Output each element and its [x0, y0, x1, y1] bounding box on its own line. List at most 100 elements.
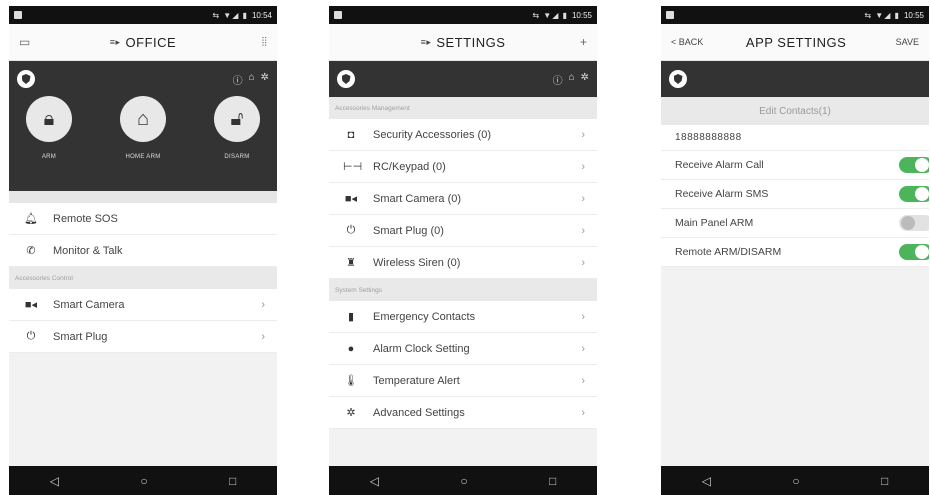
list-item-smart-plug[interactable]: ⏻ Smart Plug ›	[9, 321, 277, 353]
section-header: System Settings	[329, 279, 597, 301]
list-item-label: Security Accessories (0)	[373, 128, 491, 141]
list-item-alarm-clock[interactable]: ● Alarm Clock Setting ›	[329, 333, 597, 365]
lock-icon: 🔒︎	[26, 96, 72, 142]
brand-bar	[661, 61, 929, 97]
status-time: 10:55	[903, 10, 924, 20]
shield-logo-icon	[337, 70, 355, 88]
home-nav-icon[interactable]: ○	[792, 474, 799, 488]
arm-label: ARM	[41, 154, 57, 160]
home-icon[interactable]: ⌂	[249, 72, 255, 87]
sensor-icon: ◘	[347, 128, 355, 141]
list-item-wireless-siren[interactable]: ♜ Wireless Siren (0) ›	[329, 247, 597, 279]
spacer	[9, 191, 277, 203]
grid-icon[interactable]: ⦙⦙	[237, 35, 267, 50]
list-item-smart-camera[interactable]: ■◂ Smart Camera ›	[9, 289, 277, 321]
app-bar: ≡▸ SETTINGS +	[329, 24, 597, 61]
power-icon: ⏻	[346, 224, 356, 236]
notification-icon	[14, 11, 22, 19]
arm-panel: 🔒︎ ARM ⌂ HOME ARM 🔓︎ DISARM	[9, 96, 277, 191]
list-item-label: Temperature Alert	[373, 374, 460, 387]
home-icon[interactable]: ⌂	[569, 72, 575, 87]
menu-lines-icon: ≡▸	[109, 36, 121, 47]
list-item-security-accessories[interactable]: ◘ Security Accessories (0) ›	[329, 119, 597, 151]
unlock-icon: 🔓︎	[214, 96, 260, 142]
recent-nav-icon[interactable]: □	[549, 474, 556, 488]
gear-icon[interactable]: ✲	[261, 72, 269, 87]
add-button[interactable]: +	[557, 35, 587, 49]
list-item-rc-keypad[interactable]: ⊢⊣ RC/Keypad (0) ›	[329, 151, 597, 183]
back-nav-icon[interactable]: ◁	[50, 474, 59, 488]
chevron-right-icon: ›	[581, 342, 585, 355]
notification-icon	[666, 11, 674, 19]
nav-bar: ◁ ○ □	[661, 466, 929, 495]
list-item-advanced-settings[interactable]: ✲ Advanced Settings ›	[329, 397, 597, 429]
remote-arm-toggle[interactable]	[899, 244, 929, 260]
notification-icon	[334, 11, 342, 19]
list-item-smart-plug[interactable]: ⏻ Smart Plug (0) ›	[329, 215, 597, 247]
list-item-label: Smart Plug (0)	[373, 224, 444, 237]
list-item-label: Alarm Clock Setting	[373, 342, 470, 355]
recent-nav-icon[interactable]: □	[229, 474, 236, 488]
shield-logo-icon	[669, 70, 687, 88]
page-title: ≡▸ SETTINGS	[420, 34, 506, 50]
info-icon[interactable]: ⓘ	[233, 72, 243, 87]
phone-number: 18888888888	[661, 125, 929, 151]
chevron-right-icon: ›	[581, 406, 585, 419]
menu-lines-icon: ≡▸	[420, 36, 432, 47]
toggle-row-alarm-call: Receive Alarm Call	[661, 151, 929, 180]
nav-bar: ◁ ○ □	[9, 466, 277, 495]
arm-button[interactable]: 🔒︎ ARM	[19, 96, 79, 191]
panel-icon[interactable]: ▭	[19, 35, 49, 49]
main-panel-arm-toggle[interactable]	[899, 215, 929, 231]
back-button[interactable]: < BACK	[671, 37, 703, 47]
alarm-call-toggle[interactable]	[899, 157, 929, 173]
camera-icon: ■◂	[344, 193, 358, 205]
toggle-label: Remote ARM/DISARM	[675, 246, 782, 258]
home-arm-button[interactable]: ⌂ HOME ARM	[113, 96, 173, 191]
app-bar: ▭ ≡▸ OFFICE ⦙⦙	[9, 24, 277, 61]
info-icon[interactable]: ⓘ	[553, 72, 563, 87]
home-nav-icon[interactable]: ○	[140, 474, 147, 488]
edit-contacts-button[interactable]: Edit Contacts(1)	[661, 97, 929, 125]
thermometer-icon: 🌡︎	[344, 375, 358, 387]
status-time: 10:55	[571, 10, 592, 20]
alarm-sms-toggle[interactable]	[899, 186, 929, 202]
toggle-label: Receive Alarm Call	[675, 159, 764, 171]
status-bar: ⇆ ▼◢ ▮ 10:54	[9, 6, 277, 24]
list-item-temperature-alert[interactable]: 🌡︎ Temperature Alert ›	[329, 365, 597, 397]
section-header: Accessories Control	[9, 267, 277, 289]
save-button[interactable]: SAVE	[889, 37, 919, 47]
list-item-label: Smart Camera (0)	[373, 192, 462, 205]
chevron-right-icon: ›	[581, 128, 585, 141]
home-icon: ⌂	[120, 96, 166, 142]
disarm-label: DISARM	[224, 154, 250, 160]
section-header: Accessories Management	[329, 97, 597, 119]
recent-nav-icon[interactable]: □	[881, 474, 888, 488]
gear-icon[interactable]: ✲	[581, 72, 589, 87]
chevron-right-icon: ›	[581, 310, 585, 323]
list-item-label: Emergency Contacts	[373, 310, 476, 323]
chevron-right-icon: ›	[581, 256, 585, 269]
back-nav-icon[interactable]: ◁	[370, 474, 379, 488]
list-item-remote-sos[interactable]: 🔔︎ Remote SOS	[9, 203, 277, 235]
list-item-smart-camera[interactable]: ■◂ Smart Camera (0) ›	[329, 183, 597, 215]
status-time: 10:54	[251, 10, 272, 20]
chevron-right-icon: ›	[581, 224, 585, 237]
signal-icons: ⇆ ▼◢ ▮	[864, 10, 900, 20]
app-bar: < BACK APP SETTINGS SAVE	[661, 24, 929, 61]
toggle-row-main-panel-arm: Main Panel ARM	[661, 209, 929, 238]
list-item-label: Smart Camera	[53, 298, 125, 311]
chevron-right-icon: ›	[581, 374, 585, 387]
page-title: APP SETTINGS	[745, 34, 847, 50]
status-bar: ⇆ ▼◢ ▮ 10:55	[329, 6, 597, 24]
disarm-button[interactable]: 🔓︎ DISARM	[207, 96, 267, 191]
back-nav-icon[interactable]: ◁	[702, 474, 711, 488]
list-item-emergency-contacts[interactable]: ▮ Emergency Contacts ›	[329, 301, 597, 333]
clock-icon: ●	[347, 342, 355, 355]
list-item-monitor-talk[interactable]: ✆ Monitor & Talk	[9, 235, 277, 267]
list-item-label: Wireless Siren (0)	[373, 256, 461, 269]
nav-bar: ◁ ○ □	[329, 466, 597, 495]
home-nav-icon[interactable]: ○	[460, 474, 467, 488]
signal-icons: ⇆ ▼◢ ▮	[532, 10, 568, 20]
page-title[interactable]: ≡▸ OFFICE	[110, 35, 176, 50]
